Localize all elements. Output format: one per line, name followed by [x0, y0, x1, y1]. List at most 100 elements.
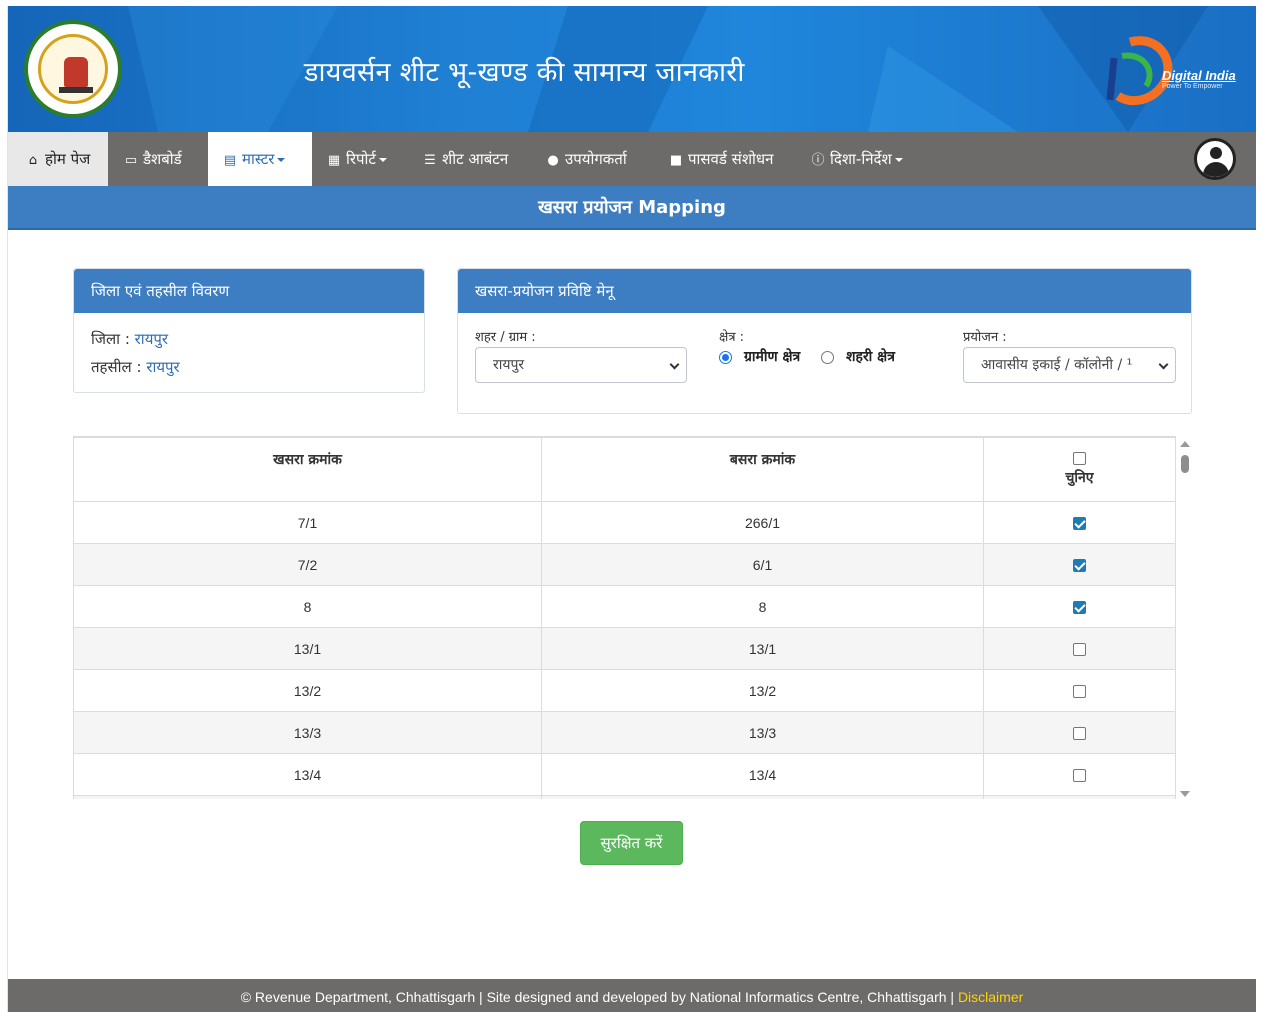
city-label: शहर / ग्राम : [475, 330, 536, 345]
select-all-label: चुनिए [1065, 470, 1094, 486]
khasra-number-cell: 8 [73, 585, 542, 628]
table-row: 13/3 13/3 [73, 711, 1176, 754]
district-panel-title: जिला एवं तहसील विवरण [74, 269, 424, 313]
urban-area-label: शहरी क्षेत्र [846, 349, 895, 365]
basra-number-header: बसरा क्रमांक [541, 437, 984, 502]
row-select-checkbox[interactable] [1073, 769, 1086, 783]
basra-number-cell: 13/2 [541, 669, 984, 712]
app-frame: डायवर्सन शीट भू-खण्ड की सामान्य जानकारी … [7, 6, 1256, 1012]
basra-number-cell: 6/1 [541, 543, 984, 586]
chevron-down-icon [277, 157, 286, 162]
basra-number-cell: 13/4 [541, 753, 984, 796]
khasra-number-cell: 13/2 [73, 669, 542, 712]
basra-number-cell: 8 [541, 585, 984, 628]
nav-sheet-allotment[interactable]: ☰ शीट आबंटन [422, 132, 508, 186]
area-label: क्षेत्र : [719, 330, 745, 345]
khasra-table: खसरा क्रमांक बसरा क्रमांक चुनिए 7/1 266/1… [73, 437, 1176, 799]
table-row: 13/4 13/4 [73, 753, 1176, 796]
table-row [73, 795, 1176, 799]
footer-text: © Revenue Department, Chhattisgarh | Sit… [240, 989, 958, 1005]
district-tehsil-panel: जिला एवं तहसील विवरण जिला : रायपुर तहसील… [73, 268, 425, 393]
page: डायवर्सन शीट भू-खण्ड की सामान्य जानकारी … [0, 0, 1263, 1012]
table-header-row: खसरा क्रमांक बसरा क्रमांक चुनिए [73, 437, 1176, 502]
users-icon: ● [547, 153, 559, 168]
row-select-checkbox[interactable] [1073, 685, 1086, 699]
khasra-number-cell: 7/2 [73, 543, 542, 586]
chevron-down-icon [669, 359, 680, 370]
empty-cell [983, 795, 1176, 799]
empty-cell [73, 795, 542, 799]
banner-title: डायवर्सन शीट भू-खण्ड की सामान्य जानकारी [304, 57, 745, 88]
row-select-checkbox[interactable] [1073, 601, 1086, 615]
save-button[interactable]: सुरक्षित करें [580, 821, 683, 865]
empty-cell [541, 795, 984, 799]
info-icon: ⓘ [811, 153, 825, 168]
tehsil-value: रायपुर [146, 358, 180, 376]
chevron-down-icon [894, 157, 903, 162]
chevron-down-icon [1158, 359, 1169, 370]
row-select-checkbox[interactable] [1073, 643, 1086, 657]
khasra-number-cell: 13/4 [73, 753, 542, 796]
purpose-label: प्रयोजन : [963, 330, 1007, 345]
row-select-checkbox[interactable] [1073, 559, 1086, 573]
rural-area-label: ग्रामीण क्षेत्र [744, 349, 801, 365]
header-banner: डायवर्सन शीट भू-खण्ड की सामान्य जानकारी … [8, 6, 1256, 132]
basra-number-cell: 13/3 [541, 711, 984, 754]
nav-home[interactable]: ⌂ होम पेज [8, 132, 108, 186]
select-cell [983, 711, 1176, 754]
table-row: 7/2 6/1 [73, 543, 1176, 586]
purpose-select[interactable]: आवासीय इकाई / कॉलोनी / ¹ [963, 347, 1176, 383]
digital-india-tagline: Power To Empower [1162, 83, 1223, 90]
table-row: 88 [73, 585, 1176, 628]
nav-report[interactable]: ▦ रिपोर्ट [326, 132, 387, 186]
table-row: 13/1 13/1 [73, 627, 1176, 670]
desktop-icon: ▭ [124, 153, 138, 168]
row-select-checkbox[interactable] [1073, 517, 1086, 531]
urban-area-radio[interactable] [821, 351, 834, 364]
select-all-checkbox[interactable] [1073, 451, 1086, 465]
select-cell [983, 501, 1176, 544]
district-value: रायपुर [134, 330, 169, 348]
khasra-number-cell: 13/3 [73, 711, 542, 754]
basra-number-cell: 266/1 [541, 501, 984, 544]
digital-india-text: Digital India [1162, 68, 1236, 83]
khasra-number-cell: 7/1 [73, 501, 542, 544]
nav-dashboard[interactable]: ▭ डैशबोर्ड [123, 132, 182, 186]
nav-password-change[interactable]: ■ पासवर्ड संशोधन [668, 132, 774, 186]
select-all-header: चुनिए [983, 437, 1176, 502]
newspaper-icon: ▦ [327, 153, 341, 168]
table-body: 7/1 266/1 7/2 6/1 8 8 13/1 13/1 13/2 13/2 13/3 13/3… [73, 501, 1176, 799]
scroll-up-icon[interactable] [1180, 441, 1190, 447]
basra-number-cell: 13/1 [541, 627, 984, 670]
khasra-number-header: खसरा क्रमांक [73, 437, 542, 502]
scroll-thumb[interactable] [1181, 455, 1189, 473]
select-cell [983, 753, 1176, 796]
disclaimer-link[interactable]: Disclaimer [958, 989, 1023, 1005]
khasra-entry-panel: खसरा-प्रयोजन प्रविष्टि मेनू शहर / ग्राम … [457, 268, 1192, 414]
select-cell [983, 627, 1176, 670]
nav-guidelines[interactable]: ⓘ दिशा-निर्देश [810, 132, 903, 186]
home-icon: ⌂ [28, 153, 38, 168]
main-navbar: ⌂ होम पेज ▭ डैशबोर्ड ▤ मास्टर ▦ रिपोर्ट ☰ शीट… [8, 132, 1256, 186]
chevron-down-icon [379, 157, 387, 162]
rural-area-radio[interactable] [719, 351, 732, 364]
city-select[interactable]: रायपुर [475, 347, 687, 383]
footer: © Revenue Department, Chhattisgarh | Sit… [8, 979, 1256, 1012]
row-select-checkbox[interactable] [1073, 727, 1086, 741]
table-scrollbar[interactable] [1176, 436, 1194, 799]
user-avatar-icon[interactable] [1194, 138, 1236, 180]
cg-government-emblem [24, 20, 122, 118]
district-row: जिला : रायपुर [91, 330, 169, 348]
page-title: खसरा प्रयोजन Mapping [8, 186, 1256, 230]
table-row: 7/1 266/1 [73, 501, 1176, 544]
nav-master[interactable]: ▤ मास्टर [208, 132, 312, 186]
list-icon: ☰ [424, 153, 436, 168]
khasra-table-container[interactable]: खसरा क्रमांक बसरा क्रमांक चुनिए 7/1 266/1… [73, 436, 1194, 799]
nav-users[interactable]: ● उपयोगकर्ता [545, 132, 626, 186]
tehsil-row: तहसील : रायपुर [91, 358, 180, 376]
select-cell [983, 585, 1176, 628]
khasra-number-cell: 13/1 [73, 627, 542, 670]
select-cell [983, 669, 1176, 712]
select-cell [983, 543, 1176, 586]
scroll-down-icon[interactable] [1180, 791, 1190, 797]
